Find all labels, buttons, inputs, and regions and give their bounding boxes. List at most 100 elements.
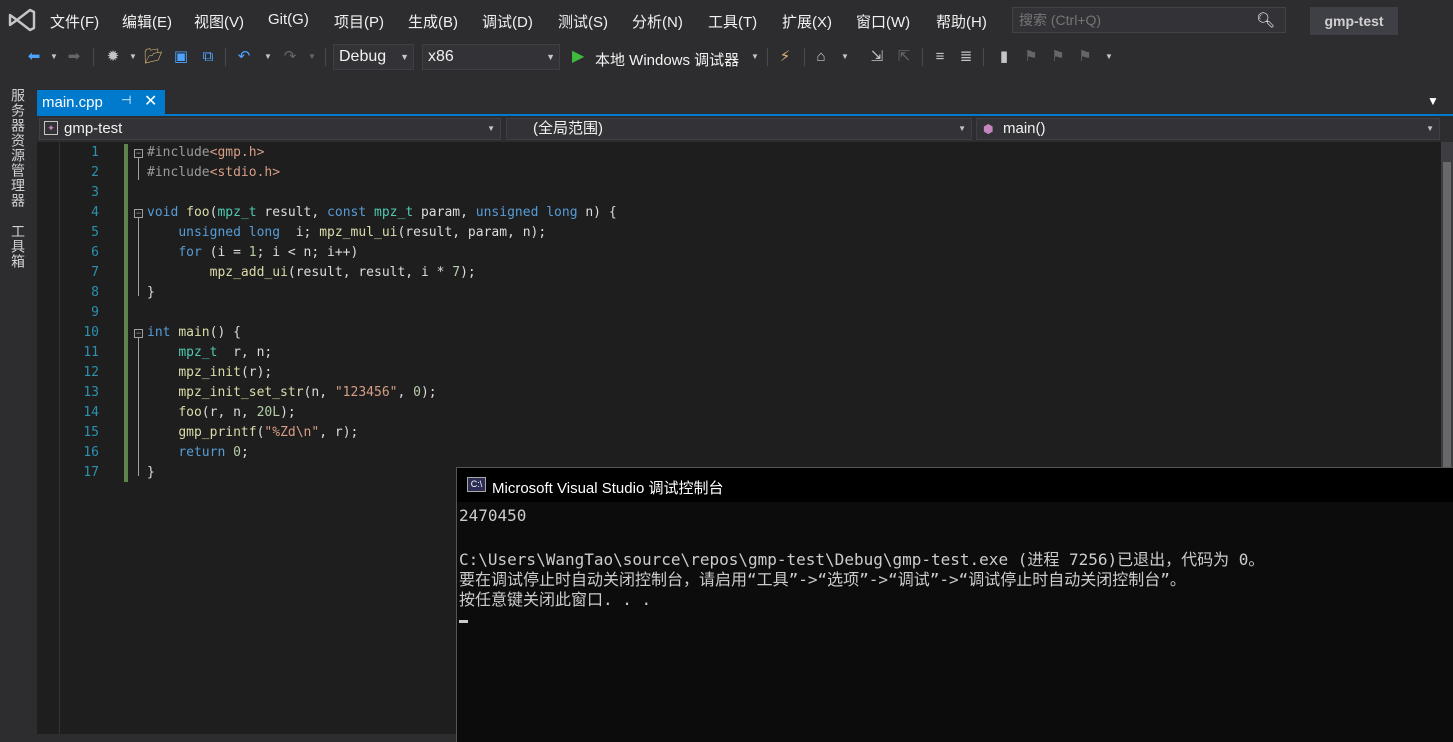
navigate-back-icon[interactable]: ⬅ (25, 48, 43, 66)
new-project-icon[interactable]: ✹ (104, 48, 122, 66)
menu-extensions[interactable]: 扩展(X) (782, 11, 832, 32)
console-app-icon: C:\ (467, 477, 486, 492)
solution-platform-select[interactable]: x86 ▼ (422, 44, 560, 70)
menu-edit[interactable]: 编辑(E) (122, 11, 172, 32)
menu-bar: 文件(F) 编辑(E) 视图(V) Git(G) 项目(P) 生成(B) 调试(… (0, 0, 1453, 40)
code-line: } (147, 465, 155, 480)
navigation-bar: ✦ gmp-test ▼ (全局范围) ▼ ⬢ main() ▼ (37, 116, 1453, 142)
tab-list-dropdown-icon[interactable]: ▼ (1427, 94, 1439, 108)
menu-analyze[interactable]: 分析(N) (632, 11, 683, 32)
menu-view[interactable]: 视图(V) (194, 11, 244, 32)
new-project-dropdown-icon[interactable]: ▼ (124, 48, 142, 66)
change-tracking-bar (124, 144, 128, 482)
undo-icon[interactable]: ↶ (235, 48, 253, 66)
scrollbar-thumb[interactable] (1443, 162, 1451, 467)
line-number: 14 (83, 405, 99, 420)
search-box[interactable]: 🔍︎ (1012, 7, 1286, 33)
collapse-region-icon[interactable]: − (134, 209, 143, 218)
scope-select[interactable]: (全局范围) ▼ (506, 118, 972, 140)
uncomment-icon[interactable]: ≣ (957, 48, 975, 66)
tab-title: main.cpp (42, 94, 103, 111)
debug-target-dropdown-icon[interactable]: ▼ (746, 48, 764, 66)
undo-dropdown-icon[interactable]: ▼ (259, 48, 277, 66)
process-attach-icon[interactable]: ⚡ (776, 48, 794, 66)
left-tool-window-strip: 服务器资源管理器 工具箱 (0, 74, 37, 742)
step-over-icon[interactable]: ⇱ (895, 48, 913, 66)
project-value: gmp-test (64, 120, 123, 137)
line-number: 13 (83, 385, 99, 400)
start-debugging-icon[interactable]: ▶ (572, 46, 584, 66)
redo-icon[interactable]: ↷ (281, 48, 299, 66)
visual-studio-logo-icon[interactable] (6, 6, 38, 34)
clear-bookmarks-icon[interactable]: ⚑ (1076, 48, 1094, 66)
browser-link-icon[interactable]: ⌂ (812, 48, 830, 66)
open-folder-icon[interactable]: 📂︎ (144, 48, 163, 66)
chevron-down-icon: ▼ (400, 52, 409, 62)
editor-vertical-scrollbar[interactable] (1441, 142, 1453, 468)
bookmark-icon[interactable]: ▮ (995, 48, 1013, 66)
tab-main-cpp[interactable]: main.cpp ⊣ ✕ (37, 90, 165, 114)
previous-bookmark-icon[interactable]: ⚑ (1022, 48, 1040, 66)
line-number: 2 (91, 165, 99, 180)
menu-debug[interactable]: 调试(D) (482, 11, 533, 32)
back-dropdown-icon[interactable]: ▼ (45, 48, 63, 66)
collapse-region-icon[interactable]: − (134, 329, 143, 338)
debug-console-window[interactable]: C:\ Microsoft Visual Studio 调试控制台 247045… (456, 467, 1453, 742)
menu-tools[interactable]: 工具(T) (708, 11, 757, 32)
redo-dropdown-icon[interactable]: ▼ (303, 48, 321, 66)
navigate-forward-icon[interactable]: ➡ (65, 48, 83, 66)
search-icon[interactable]: 🔍︎ (1256, 11, 1275, 29)
scope-value: (全局范围) (533, 120, 603, 137)
line-number: 9 (91, 305, 99, 320)
comment-out-icon[interactable]: ≡ (931, 48, 949, 66)
toolbox-tab[interactable]: 工具箱 (8, 224, 28, 269)
line-number: 17 (83, 465, 99, 480)
pin-tab-icon[interactable]: ⊣ (121, 93, 131, 107)
member-select[interactable]: ⬢ main() ▼ (976, 118, 1440, 140)
save-all-icon[interactable]: ⧉ (199, 48, 217, 66)
solution-configuration-select[interactable]: Debug ▼ (333, 44, 414, 70)
code-line: } (147, 285, 155, 300)
toolbar-options-dropdown-icon[interactable]: ▼ (1100, 48, 1118, 66)
line-number: 6 (91, 245, 99, 260)
step-into-icon[interactable]: ⇲ (868, 48, 886, 66)
chevron-down-icon: ▼ (546, 52, 555, 62)
browser-link-dropdown-icon[interactable]: ▼ (836, 48, 854, 66)
configuration-value: Debug (339, 48, 387, 65)
code-line: foo(r, n, 20L); (178, 405, 296, 420)
collapse-region-icon[interactable]: − (134, 149, 143, 158)
console-cursor (459, 620, 468, 623)
start-debugging-button[interactable]: 本地 Windows 调试器 (595, 49, 739, 70)
save-icon[interactable]: ▣ (172, 48, 190, 66)
menu-git[interactable]: Git(G) (268, 11, 309, 28)
menu-file[interactable]: 文件(F) (50, 11, 99, 32)
indicator-margin (59, 142, 60, 742)
menu-test[interactable]: 测试(S) (558, 11, 608, 32)
close-tab-icon[interactable]: ✕ (144, 91, 157, 111)
function-icon: ⬢ (983, 122, 994, 136)
line-number: 16 (83, 445, 99, 460)
code-line: mpz_add_ui(result, result, i * 7); (209, 265, 476, 280)
line-number: 4 (91, 205, 99, 220)
line-number: 1 (91, 145, 99, 160)
line-number: 5 (91, 225, 99, 240)
next-bookmark-icon[interactable]: ⚑ (1049, 48, 1067, 66)
menu-window[interactable]: 窗口(W) (856, 11, 910, 32)
code-line: int main() { (147, 325, 241, 340)
editor-status-strip (37, 734, 457, 742)
code-line: gmp_printf("%Zd\n", r); (178, 425, 359, 440)
server-explorer-tab[interactable]: 服务器资源管理器 (8, 88, 28, 208)
code-line: void foo(mpz_t result, const mpz_t param… (147, 205, 617, 220)
line-number: 15 (83, 425, 99, 440)
line-number: 12 (83, 365, 99, 380)
menu-project[interactable]: 项目(P) (334, 11, 384, 32)
menu-help[interactable]: 帮助(H) (936, 11, 987, 32)
console-title: Microsoft Visual Studio 调试控制台 (492, 480, 724, 497)
search-input[interactable] (1013, 8, 1255, 32)
console-title-bar[interactable]: C:\ Microsoft Visual Studio 调试控制台 (457, 468, 1453, 502)
line-number: 7 (91, 265, 99, 280)
project-select[interactable]: ✦ gmp-test ▼ (39, 118, 501, 140)
project-icon: ✦ (44, 121, 58, 135)
standard-toolbar: ⬅ ▼ ➡ ✹ ▼ 📂︎ ▣ ⧉ ↶ ▼ ↷ ▼ Debug ▼ x86 ▼ ▶… (0, 40, 1453, 74)
menu-build[interactable]: 生成(B) (408, 11, 458, 32)
